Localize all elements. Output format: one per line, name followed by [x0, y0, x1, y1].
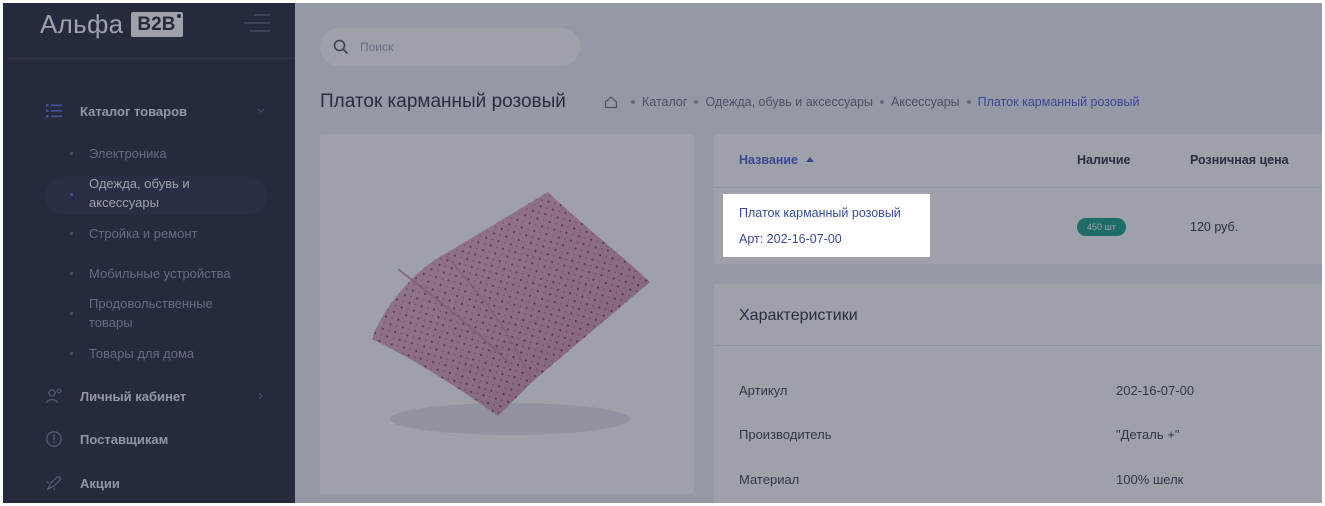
breadcrumb-link[interactable]: Каталог: [642, 95, 687, 109]
breadcrumb-link[interactable]: Одежда, обувь и аксессуары: [705, 95, 873, 109]
char-value: 100% шелк: [1116, 472, 1184, 487]
table-divider: [714, 187, 1322, 188]
sidebar-subitem-home[interactable]: Товары для дома: [89, 344, 194, 363]
sidebar-divider: [3, 58, 295, 59]
focused-product-cell[interactable]: Платок карманный розовый Арт: 202-16-07-…: [723, 194, 930, 257]
info-circle-icon: [46, 431, 62, 447]
menu-toggle-icon[interactable]: [244, 14, 270, 34]
sidebar-item-label: Личный кабинет: [80, 389, 187, 404]
bullet: [70, 312, 73, 315]
sidebar-item-catalog[interactable]: Каталог товаров: [3, 102, 295, 120]
bullet: [70, 352, 73, 355]
char-key: Производитель: [739, 427, 832, 442]
breadcrumb-separator: [631, 100, 635, 104]
focused-product-name[interactable]: Платок карманный розовый: [739, 206, 901, 220]
stock-badge: 450 шт: [1077, 218, 1126, 236]
chevron-right-icon: [258, 392, 263, 400]
char-value: "Деталь +": [1116, 427, 1180, 442]
product-image-card: [320, 134, 694, 494]
sidebar-item-suppliers[interactable]: Поставщикам: [3, 430, 295, 448]
characteristics-card: Характеристики Артикул 202-16-07-00 Прои…: [714, 284, 1322, 503]
sidebar-item-label: Акции: [80, 476, 120, 491]
page-title: Платок карманный розовый: [320, 91, 566, 112]
column-header-name[interactable]: Название: [739, 153, 815, 167]
sidebar-item-promos[interactable]: Акции: [3, 474, 295, 492]
sidebar-subitem-food[interactable]: Продовольственные товары: [89, 294, 239, 332]
home-icon[interactable]: [604, 95, 618, 109]
char-key: Материал: [739, 472, 800, 487]
char-key: Артикул: [739, 383, 788, 398]
product-price: 120 руб.: [1190, 220, 1239, 234]
breadcrumb: Каталог Одежда, обувь и аксессуары Аксес…: [604, 95, 1139, 109]
sidebar-subitem-electronics[interactable]: Электроника: [89, 144, 167, 163]
sidebar-subitem-construction[interactable]: Стройка и ремонт: [89, 224, 198, 243]
logo-badge: B2B: [131, 12, 184, 37]
column-header-label: Название: [739, 153, 799, 167]
bullet: [70, 152, 73, 155]
product-image[interactable]: [320, 134, 694, 494]
search-input[interactable]: Поиск: [320, 28, 580, 66]
sidebar: Альфа B2B Каталог товаров Электроника Од…: [3, 3, 295, 503]
column-header-stock[interactable]: Наличие: [1077, 153, 1131, 167]
search-icon: [333, 39, 349, 55]
sidebar-subitem-clothing[interactable]: Одежда, обувь и аксессуары: [89, 174, 219, 212]
bullet: [70, 193, 73, 196]
bullet: [70, 272, 73, 275]
breadcrumb-separator: [966, 100, 971, 104]
column-header-price[interactable]: Розничная цена: [1190, 153, 1289, 167]
bullet: [70, 232, 73, 235]
app-window: Альфа B2B Каталог товаров Электроника Од…: [3, 3, 1322, 503]
sidebar-item-label: Каталог товаров: [80, 104, 188, 119]
characteristics-title: Характеристики: [739, 307, 858, 324]
user-settings-icon: [45, 388, 62, 404]
logo-text: Альфа: [40, 9, 124, 39]
sidebar-item-label: Поставщикам: [80, 432, 169, 447]
characteristics-divider: [714, 345, 1322, 346]
breadcrumb-link[interactable]: Аксессуары: [891, 95, 960, 109]
focused-product-article: Арт: 202-16-07-00: [739, 232, 842, 246]
breadcrumb-separator: [694, 100, 699, 104]
sidebar-item-account[interactable]: Личный кабинет: [3, 387, 295, 405]
breadcrumb-current: Платок карманный розовый: [977, 95, 1140, 109]
search-placeholder: Поиск: [360, 40, 394, 54]
logo[interactable]: Альфа B2B: [40, 9, 184, 40]
breadcrumb-separator: [880, 100, 884, 104]
rocket-icon: [46, 476, 61, 491]
chevron-down-icon: [257, 108, 265, 113]
sort-ascending-icon: [806, 157, 815, 162]
list-icon: [46, 104, 62, 118]
char-value: 202-16-07-00: [1116, 383, 1195, 398]
sidebar-subitem-mobile[interactable]: Мобильные устройства: [89, 264, 231, 283]
